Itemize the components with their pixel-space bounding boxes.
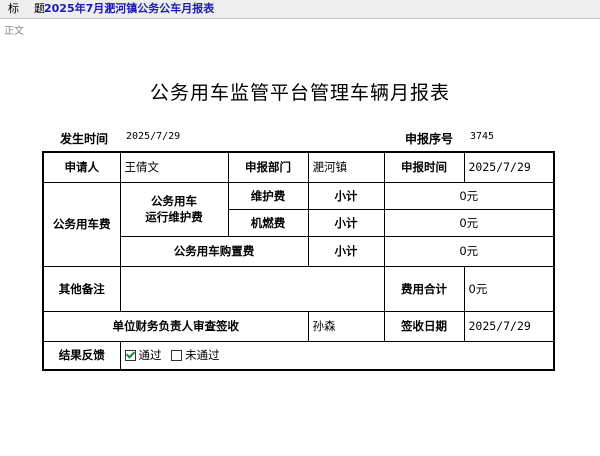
fuel-value: 0元 — [383, 208, 555, 237]
title-bar: 标 题 : 2025年7月淝河镇公务公车月报表 — [0, 0, 600, 19]
fuel-subtotal-label: 小计 — [307, 208, 385, 237]
applicant-label: 申请人 — [42, 151, 121, 183]
ops-group-label-line1: 公务用车 — [151, 194, 197, 208]
fail-checkbox[interactable] — [171, 350, 183, 362]
title-separator: : — [36, 2, 40, 15]
title-label: 标 题 — [8, 2, 47, 15]
dept-value: 淝河镇 — [307, 151, 385, 183]
table-row: 单位财务负责人审查签收 孙森 签收日期 2025/7/29 — [42, 310, 555, 342]
sign-label: 单位财务负责人审查签收 — [42, 310, 309, 342]
report-table: 申请人 王倩文 申报部门 淝河镇 申报时间 2025/7/29 公务用车费 公务… — [42, 151, 555, 371]
apply-time-label: 申报时间 — [383, 151, 465, 183]
total-label: 费用合计 — [383, 265, 465, 312]
applicant-value: 王倩文 — [119, 151, 229, 183]
time-label: 发生时间 — [60, 132, 109, 146]
maint-label: 维护费 — [227, 181, 309, 210]
remarks-value — [119, 265, 385, 312]
result-label: 结果反馈 — [42, 340, 121, 371]
table-row: 结果反馈 通过 未通过 — [42, 340, 555, 371]
sign-value: 孙森 — [307, 310, 385, 342]
total-value: 0元 — [463, 265, 555, 312]
purchase-value: 0元 — [383, 235, 555, 267]
receive-date-label: 签收日期 — [383, 310, 465, 342]
table-row: 其他备注 费用合计 0元 — [42, 265, 555, 312]
table-row: 申请人 王倩文 申报部门 淝河镇 申报时间 2025/7/29 — [42, 151, 555, 183]
dept-label: 申报部门 — [227, 151, 309, 183]
serial-value: 3745 — [470, 131, 495, 142]
page-title: 公务用车监管平台管理车辆月报表 — [149, 82, 450, 104]
fuel-label: 机燃费 — [227, 208, 309, 237]
maint-value: 0元 — [383, 181, 555, 210]
pass-checkbox[interactable] — [124, 350, 136, 362]
serial-label: 申报序号 — [405, 132, 454, 146]
purchase-label: 公务用车购置费 — [119, 235, 309, 267]
fee-group-label: 公务用车费 — [42, 181, 121, 267]
remarks-label: 其他备注 — [42, 265, 121, 312]
ops-group-label: 公务用车 运行维护费 — [119, 181, 229, 237]
maint-subtotal-label: 小计 — [307, 181, 385, 210]
apply-time-value: 2025/7/29 — [463, 151, 555, 183]
fail-option-label: 未通过 — [185, 348, 220, 363]
receive-date-value: 2025/7/29 — [463, 310, 555, 342]
purchase-subtotal-label: 小计 — [307, 235, 385, 267]
pass-option-label: 通过 — [138, 348, 162, 363]
body-label: 正文 — [4, 26, 24, 37]
ops-group-label-line2: 运行维护费 — [145, 210, 203, 224]
time-value: 2025/7/29 — [126, 131, 181, 142]
title-value: 2025年7月淝河镇公务公车月报表 — [44, 2, 215, 15]
result-options: 通过 未通过 — [119, 340, 555, 371]
table-row: 公务用车购置费 小计 0元 — [43, 235, 555, 267]
table-row: 公务用车费 公务用车 运行维护费 维护费 小计 0元 — [42, 181, 555, 267]
